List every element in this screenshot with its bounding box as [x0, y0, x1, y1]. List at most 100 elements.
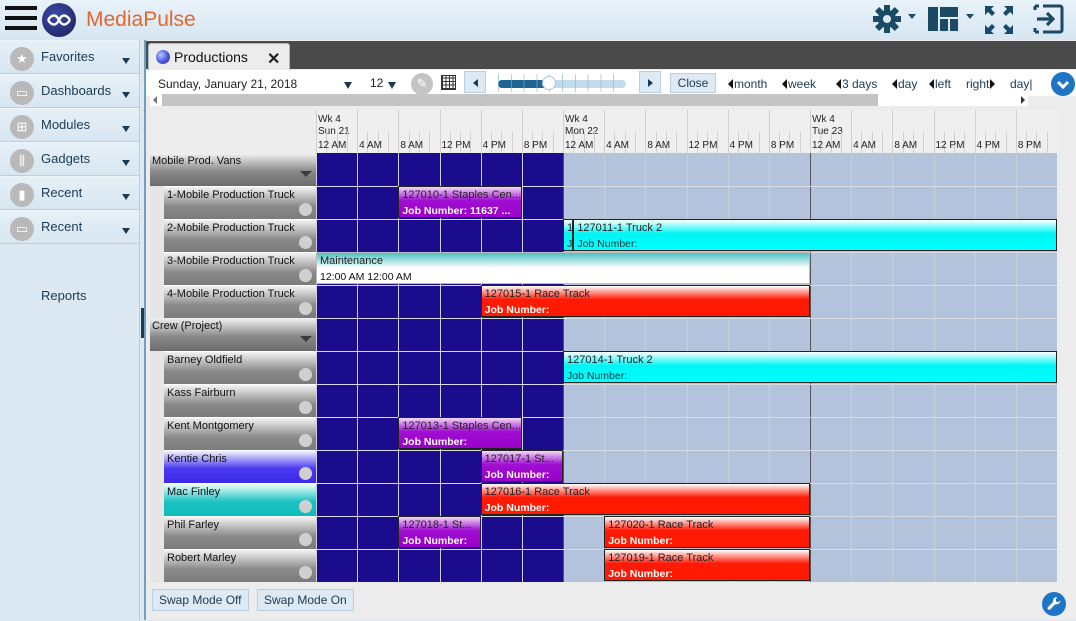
resource-header[interactable]: Barney Oldfield: [164, 351, 316, 384]
minor-tick: [1046, 132, 1048, 153]
minor-tick: [964, 132, 966, 153]
range-link-day[interactable]: day|: [1010, 77, 1032, 91]
resource-header[interactable]: 1-Mobile Production Truck: [164, 186, 316, 219]
pencil-icon[interactable]: ✎: [411, 73, 433, 95]
resource-header[interactable]: Phil Farley: [164, 516, 316, 549]
scrollbar-thumb[interactable]: [162, 94, 878, 106]
calendar-icon[interactable]: [441, 75, 456, 90]
range-link-month[interactable]: month: [728, 77, 767, 91]
schedule-event[interactable]: 127018-1 St... Job Number:: [398, 516, 481, 548]
status-dot-icon[interactable]: [299, 368, 312, 381]
resource-header[interactable]: 2-Mobile Production Truck: [164, 219, 316, 252]
range-link-week[interactable]: week: [782, 77, 816, 91]
schedule-event[interactable]: 127014-1 Truck 2 Job Number:: [563, 351, 1057, 383]
schedule-event[interactable]: 127016-1 Race Track Job Number:: [480, 483, 811, 515]
swap-mode-on-button[interactable]: Swap Mode On: [257, 589, 354, 611]
zoom-out-button[interactable]: [464, 71, 486, 93]
event-title: 127016-1 Race Track: [484, 486, 590, 498]
layout-caret-icon[interactable]: [966, 14, 974, 19]
sidebar-item-recent[interactable]: ▮ Recent: [0, 176, 139, 210]
date-dropdown-icon[interactable]: [344, 82, 352, 89]
zoom-in-button[interactable]: [639, 71, 661, 93]
grid-vline: [357, 153, 359, 582]
sidebar-item-gadgets[interactable]: ⫼ Gadgets: [0, 142, 139, 176]
minor-tick: [758, 132, 760, 153]
event-title: 1: [567, 222, 574, 234]
close-button[interactable]: Close: [670, 73, 716, 93]
hours-select[interactable]: 12: [370, 76, 383, 90]
resource-header[interactable]: Kass Fairburn: [164, 384, 316, 417]
swap-mode-off-button[interactable]: Swap Mode Off: [152, 589, 249, 611]
schedule-grid[interactable]: 127010-1 Staples Cen... Job Number: 11637…: [316, 153, 1057, 582]
gear-icon[interactable]: [872, 4, 902, 39]
schedule-event[interactable]: 127017-1 St... Job Number:: [480, 450, 563, 482]
chart-icon: ▭: [10, 217, 34, 241]
event-subtitle: J: [567, 238, 573, 250]
status-dot-icon[interactable]: [299, 203, 312, 216]
tab-productions[interactable]: Productions ✕: [148, 43, 290, 71]
day-label: Wk 4 Sun 21: [318, 114, 350, 138]
expand-toolbar-button[interactable]: [1051, 72, 1075, 96]
resource-header[interactable]: Mac Finley: [164, 483, 316, 516]
schedule-event[interactable]: 127010-1 Staples Cen... Job Number: 11637…: [398, 186, 522, 218]
status-dot-icon[interactable]: [299, 566, 312, 579]
chevron-down-icon[interactable]: [300, 336, 312, 342]
zoom-slider[interactable]: [496, 74, 630, 92]
resource-header[interactable]: Kent Montgomery: [164, 417, 316, 450]
sidebar-item-recent-reports[interactable]: ▭ Recent: [0, 210, 139, 244]
range-link-3-days[interactable]: 3 days: [836, 77, 877, 91]
monitor-icon: ▭: [10, 81, 34, 105]
hour-label: 12 PM: [688, 140, 718, 151]
horizontal-scrollbar[interactable]: [150, 94, 1028, 106]
schedule-event[interactable]: 127015-1 Race Track Job Number:: [480, 285, 811, 317]
group-header[interactable]: Mobile Prod. Vans: [150, 153, 316, 186]
status-dot-icon[interactable]: [299, 467, 312, 480]
major-tick: [974, 110, 976, 153]
group-header[interactable]: Crew (Project): [150, 318, 316, 351]
schedule-event[interactable]: 1J: [563, 219, 574, 251]
scroll-left-icon[interactable]: [153, 96, 157, 104]
schedule-event[interactable]: 127019-1 Race Track Job Number:: [604, 549, 811, 581]
resource-header[interactable]: 3-Mobile Production Truck: [164, 252, 316, 285]
schedule-event[interactable]: 127011-1 Truck 2 Job Number:: [573, 219, 1057, 251]
status-dot-icon[interactable]: [299, 236, 312, 249]
range-link-day[interactable]: day: [892, 77, 917, 91]
chevron-down-icon[interactable]: [300, 171, 312, 177]
resource-header[interactable]: Robert Marley: [164, 549, 316, 582]
range-link-label: 3 days: [842, 77, 878, 91]
resource-header[interactable]: 4-Mobile Production Truck: [164, 285, 316, 318]
logout-icon[interactable]: [1031, 3, 1065, 40]
major-tick: [357, 110, 359, 153]
close-icon[interactable]: ✕: [267, 49, 280, 69]
chevron-down-icon: [122, 160, 130, 166]
group-label: Mobile Prod. Vans: [152, 155, 242, 167]
gear-caret-icon[interactable]: [908, 14, 916, 19]
menu-icon[interactable]: [5, 6, 37, 32]
row-indent: [150, 351, 164, 384]
sidebar-item-dashboards[interactable]: ▭ Dashboards: [0, 74, 139, 108]
sidebar-item-favorites[interactable]: ★ Favorites: [0, 40, 139, 74]
fullscreen-icon[interactable]: [983, 4, 1015, 41]
status-dot-icon[interactable]: [299, 302, 312, 315]
status-dot-icon[interactable]: [299, 533, 312, 546]
schedule-event[interactable]: 127013-1 Staples Cen... Job Number:: [398, 417, 522, 449]
range-link-right[interactable]: right: [966, 77, 996, 91]
date-picker[interactable]: Sunday, January 21, 2018: [158, 77, 297, 91]
sidebar-item-sublabel[interactable]: Reports: [41, 288, 87, 303]
minor-tick: [388, 132, 390, 153]
resource-header[interactable]: Kentie Chris: [164, 450, 316, 483]
chevron-down-icon[interactable]: [388, 82, 396, 89]
status-dot-icon[interactable]: [299, 401, 312, 414]
status-dot-icon[interactable]: [299, 500, 312, 513]
minor-tick: [429, 132, 431, 153]
schedule-event[interactable]: 127020-1 Race Track Job Number:: [604, 516, 811, 548]
status-dot-icon[interactable]: [299, 269, 312, 282]
sidebar-item-modules[interactable]: ⊞ Modules: [0, 108, 139, 142]
range-link-left[interactable]: left: [929, 77, 951, 91]
wrench-icon[interactable]: [1042, 592, 1066, 616]
layout-icon[interactable]: [928, 7, 958, 36]
scroll-right-icon[interactable]: [1021, 96, 1025, 104]
schedule-event[interactable]: Maintenance 12:00 AM 12:00 AM: [316, 252, 811, 284]
chevron-down-icon: [122, 126, 130, 132]
status-dot-icon[interactable]: [299, 434, 312, 447]
